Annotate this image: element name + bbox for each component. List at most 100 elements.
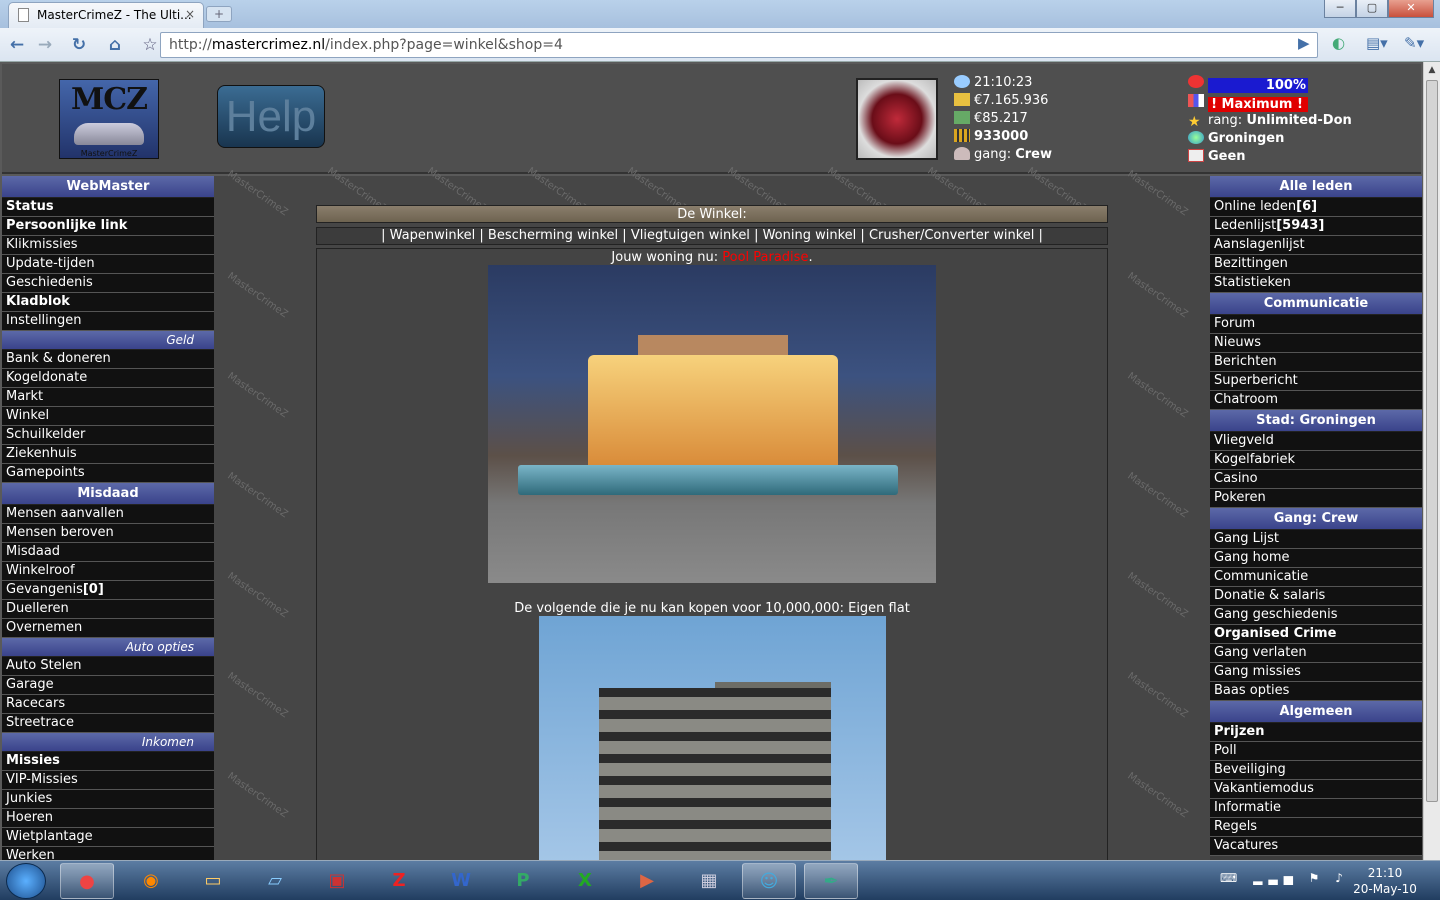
- menu-item-mensen-aanvallen[interactable]: Mensen aanvallen: [2, 505, 214, 524]
- browser-tab[interactable]: MasterCrimeZ - The Ulti... ×: [8, 2, 204, 28]
- go-icon[interactable]: ▶: [1298, 34, 1310, 52]
- menu-item-status[interactable]: Status: [2, 198, 214, 217]
- taskbar-word-icon[interactable]: W: [434, 863, 488, 899]
- menu-item-mensen-beroven[interactable]: Mensen beroven: [2, 524, 214, 543]
- address-bar[interactable]: http://mastercrimez.nl/index.php?page=wi…: [160, 32, 1318, 58]
- help-button[interactable]: Help: [217, 85, 325, 148]
- menu-item-duelleren[interactable]: Duelleren: [2, 600, 214, 619]
- taskbar-messenger-icon[interactable]: ☺: [742, 863, 796, 899]
- extension-icon[interactable]: ◐: [1332, 34, 1345, 52]
- menu-item-ziekenhuis[interactable]: Ziekenhuis: [2, 445, 214, 464]
- new-tab-button[interactable]: +: [206, 6, 232, 22]
- back-icon[interactable]: ←: [6, 34, 28, 56]
- taskbar-chrome-icon[interactable]: ●: [60, 863, 114, 899]
- menu-item-junkies[interactable]: Junkies: [2, 790, 214, 809]
- taskbar-filezilla-icon[interactable]: Z: [372, 863, 426, 899]
- menu-item-geschiedenis[interactable]: Geschiedenis: [2, 274, 214, 293]
- menu-header-algemeen[interactable]: Algemeen: [1210, 701, 1422, 723]
- reload-icon[interactable]: ↻: [68, 34, 90, 56]
- menu-header-alle-leden[interactable]: Alle leden: [1210, 176, 1422, 198]
- scroll-up-icon[interactable]: ▲: [1424, 62, 1440, 78]
- menu-item-winkelroof[interactable]: Winkelroof: [2, 562, 214, 581]
- menu-item-pokeren[interactable]: Pokeren: [1210, 489, 1422, 508]
- close-window-button[interactable]: ✕: [1388, 0, 1434, 18]
- taskbar-app-icon[interactable]: ▣: [310, 863, 364, 899]
- menu-header-gang[interactable]: Gang: Crew: [1210, 508, 1422, 530]
- menu-item-forum[interactable]: Forum: [1210, 315, 1422, 334]
- menu-item-instellingen[interactable]: Instellingen: [2, 312, 214, 331]
- taskbar-folder-icon[interactable]: ▭: [186, 863, 240, 899]
- menu-item-vip-missies[interactable]: VIP-Missies: [2, 771, 214, 790]
- page-menu-icon[interactable]: ▤▾: [1366, 34, 1388, 52]
- scrollbar-thumb[interactable]: [1426, 80, 1438, 802]
- link-vliegtuigen-winkel[interactable]: Vliegtuigen winkel: [631, 228, 750, 243]
- messages-value[interactable]: Geen: [1208, 149, 1246, 164]
- menu-item-casino[interactable]: Casino: [1210, 470, 1422, 489]
- menu-item-berichten[interactable]: Berichten: [1210, 353, 1422, 372]
- menu-item-hoeren[interactable]: Hoeren: [2, 809, 214, 828]
- link-woning-winkel[interactable]: Woning winkel: [763, 228, 857, 243]
- taskbar-firefox-icon[interactable]: ◉: [124, 863, 178, 899]
- menu-item-bank[interactable]: Bank & doneren: [2, 350, 214, 369]
- menu-header-stad[interactable]: Stad: Groningen: [1210, 410, 1422, 432]
- tab-close-icon[interactable]: ×: [185, 7, 195, 21]
- menu-item-racecars[interactable]: Racecars: [2, 695, 214, 714]
- menu-item-regels[interactable]: Regels: [1210, 818, 1422, 837]
- minimize-button[interactable]: ─: [1324, 0, 1356, 18]
- menu-item-nieuws[interactable]: Nieuws: [1210, 334, 1422, 353]
- menu-item-markt[interactable]: Markt: [2, 388, 214, 407]
- menu-item-vacatures[interactable]: Vacatures: [1210, 837, 1422, 856]
- menu-item-kogeldonate[interactable]: Kogeldonate: [2, 369, 214, 388]
- menu-item-wietplantage[interactable]: Wietplantage: [2, 828, 214, 847]
- menu-item-vliegveld[interactable]: Vliegveld: [1210, 432, 1422, 451]
- menu-item-winkel[interactable]: Winkel: [2, 407, 214, 426]
- menu-item-garage[interactable]: Garage: [2, 676, 214, 695]
- menu-item-gang-home[interactable]: Gang home: [1210, 549, 1422, 568]
- menu-item-werken[interactable]: Werken: [2, 847, 214, 860]
- start-button[interactable]: [6, 863, 46, 899]
- menu-item-kogelfabriek[interactable]: Kogelfabriek: [1210, 451, 1422, 470]
- menu-item-online-leden[interactable]: Online leden[6]: [1210, 198, 1422, 217]
- taskbar-clock[interactable]: 21:10 20-May-10: [1350, 865, 1420, 897]
- menu-item-baas-opties[interactable]: Baas opties: [1210, 682, 1422, 701]
- taskbar-feather-icon[interactable]: ✒: [804, 863, 858, 899]
- menu-item-prijzen[interactable]: Prijzen: [1210, 723, 1422, 742]
- menu-item-klikmissies[interactable]: Klikmissies: [2, 236, 214, 255]
- page-scrollbar[interactable]: ▲: [1423, 62, 1440, 860]
- menu-item-informatie[interactable]: Informatie: [1210, 799, 1422, 818]
- menu-header-misdaad[interactable]: Misdaad: [2, 483, 214, 505]
- menu-item-bezittingen[interactable]: Bezittingen: [1210, 255, 1422, 274]
- site-logo[interactable]: MCZ MasterCrimeZ: [59, 79, 159, 159]
- menu-item-chatroom[interactable]: Chatroom: [1210, 391, 1422, 410]
- menu-item-ledenlijst[interactable]: Ledenlijst[5943]: [1210, 217, 1422, 236]
- home-icon[interactable]: ⌂: [104, 34, 126, 56]
- menu-item-aanslagenlijst[interactable]: Aanslagenlijst: [1210, 236, 1422, 255]
- menu-item-communicatie[interactable]: Communicatie: [1210, 568, 1422, 587]
- menu-item-kladblok[interactable]: Kladblok: [2, 293, 214, 312]
- menu-item-gang-verlaten[interactable]: Gang verlaten: [1210, 644, 1422, 663]
- menu-item-update-tijden[interactable]: Update-tijden: [2, 255, 214, 274]
- menu-item-persoonlijke-link[interactable]: Persoonlijke link: [2, 217, 214, 236]
- wrench-icon[interactable]: ✎▾: [1404, 34, 1424, 52]
- menu-item-organised-crime[interactable]: Organised Crime: [1210, 625, 1422, 644]
- menu-item-superbericht[interactable]: Superbericht: [1210, 372, 1422, 391]
- menu-header-webmaster[interactable]: WebMaster: [2, 176, 214, 198]
- menu-item-misdaad[interactable]: Misdaad: [2, 543, 214, 562]
- forward-icon[interactable]: →: [34, 34, 56, 56]
- taskbar-powerpoint-icon[interactable]: ▶: [620, 863, 674, 899]
- menu-item-gang-geschiedenis[interactable]: Gang geschiedenis: [1210, 606, 1422, 625]
- menu-header-communicatie[interactable]: Communicatie: [1210, 293, 1422, 315]
- city-value[interactable]: Groningen: [1208, 131, 1284, 146]
- link-bescherming-winkel[interactable]: Bescherming winkel: [488, 228, 618, 243]
- menu-item-gang-lijst[interactable]: Gang Lijst: [1210, 530, 1422, 549]
- menu-item-statistieken[interactable]: Statistieken: [1210, 274, 1422, 293]
- menu-item-gang-missies[interactable]: Gang missies: [1210, 663, 1422, 682]
- bookmark-star-icon[interactable]: ☆: [139, 34, 161, 56]
- menu-item-vakantiemodus[interactable]: Vakantiemodus: [1210, 780, 1422, 799]
- link-wapenwinkel[interactable]: Wapenwinkel: [390, 228, 476, 243]
- menu-item-beveiliging[interactable]: Beveiliging: [1210, 761, 1422, 780]
- taskbar-calculator-icon[interactable]: ▦: [682, 863, 736, 899]
- menu-item-poll[interactable]: Poll: [1210, 742, 1422, 761]
- maximize-button[interactable]: ▢: [1356, 0, 1388, 18]
- taskbar-publisher-icon[interactable]: P: [496, 863, 550, 899]
